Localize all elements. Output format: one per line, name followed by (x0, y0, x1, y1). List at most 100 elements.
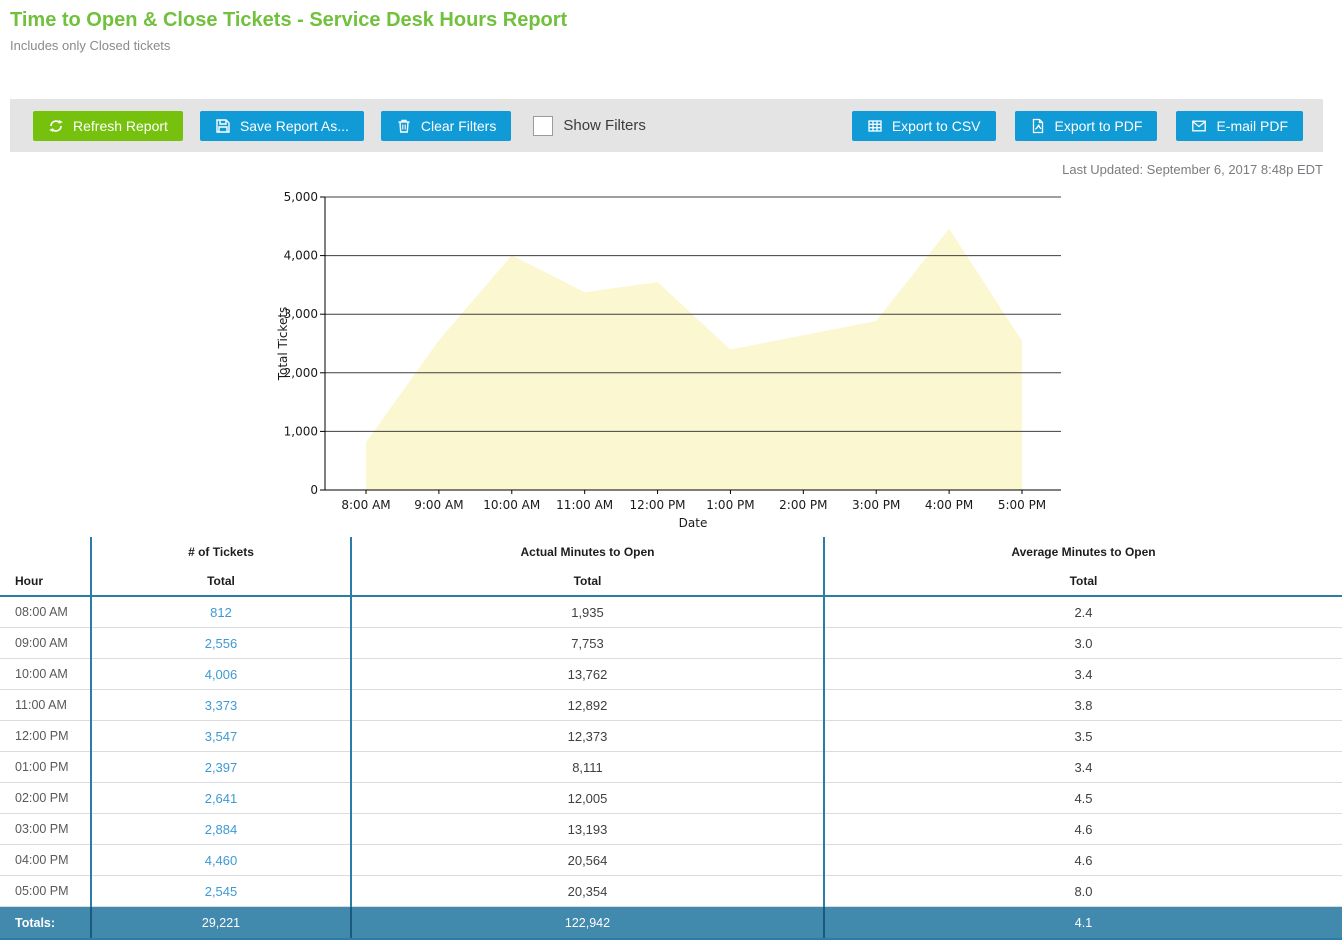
actual-minutes-cell: 12,373 (350, 720, 824, 752)
table-grid-icon (867, 118, 883, 134)
group-header-tickets: # of Tickets (90, 537, 351, 567)
x-tick-label: 8:00 AM (341, 498, 390, 512)
show-filters-checkbox[interactable] (533, 115, 554, 136)
actual-minutes-cell: 7,753 (350, 627, 824, 659)
actual-minutes-cell: 13,762 (350, 658, 824, 690)
table-row: 03:00 PM 2,884 13,193 4.6 (0, 813, 1342, 845)
y-axis-title: Total Tickets (276, 307, 290, 382)
y-tick-label: 5,000 (284, 190, 318, 204)
tickets-count-link[interactable]: 2,641 (205, 791, 238, 806)
hour-cell: 12:00 PM (0, 720, 91, 752)
table-row: 05:00 PM 2,545 20,354 8.0 (0, 875, 1342, 907)
x-tick-label: 4:00 PM (925, 498, 973, 512)
tickets-cell: 4,460 (90, 844, 351, 876)
x-tick-label: 3:00 PM (852, 498, 900, 512)
totals-actual-value: 122,942 (350, 906, 824, 940)
email-pdf-label: E-mail PDF (1216, 117, 1288, 134)
average-minutes-cell: 3.4 (823, 751, 1342, 783)
hour-cell: 03:00 PM (0, 813, 91, 845)
table-row: 02:00 PM 2,641 12,005 4.5 (0, 782, 1342, 814)
x-tick-label: 2:00 PM (779, 498, 827, 512)
hour-cell: 11:00 AM (0, 689, 91, 721)
refresh-report-button[interactable]: Refresh Report (33, 110, 183, 141)
envelope-icon (1191, 118, 1207, 134)
average-minutes-cell: 4.5 (823, 782, 1342, 814)
group-header-actual-minutes: Actual Minutes to Open (350, 537, 824, 567)
average-minutes-cell: 4.6 (823, 813, 1342, 845)
export-to-csv-label: Export to CSV (891, 117, 981, 134)
average-minutes-cell: 8.0 (823, 875, 1342, 907)
table-row: 01:00 PM 2,397 8,111 3.4 (0, 751, 1342, 783)
table-row: 11:00 AM 3,373 12,892 3.8 (0, 689, 1342, 721)
totals-row: Totals: 29,221 122,942 4.1 (0, 906, 1342, 940)
group-header-empty (0, 537, 91, 567)
table-row: 10:00 AM 4,006 13,762 3.4 (0, 658, 1342, 690)
tickets-count-link[interactable]: 2,556 (205, 636, 238, 651)
refresh-report-label: Refresh Report (73, 117, 168, 134)
area-series (366, 228, 1022, 490)
show-filters-control: Show Filters (533, 115, 646, 136)
table-body: 08:00 AM 812 1,935 2.4 09:00 AM 2,556 7,753 3.0… (0, 596, 1342, 907)
y-tick-label: 0 (310, 483, 318, 497)
refresh-icon (48, 118, 64, 134)
hours-table: # of Tickets Actual Minutes to Open Aver… (0, 537, 1342, 940)
tickets-count-link[interactable]: 3,373 (205, 698, 238, 713)
actual-minutes-cell: 20,564 (350, 844, 824, 876)
actual-minutes-cell: 20,354 (350, 875, 824, 907)
table-row: 09:00 AM 2,556 7,753 3.0 (0, 627, 1342, 659)
actual-minutes-cell: 8,111 (350, 751, 824, 783)
table-footer: Totals: 29,221 122,942 4.1 (0, 906, 1342, 940)
totals-label: Totals: (0, 906, 91, 940)
actual-minutes-cell: 1,935 (350, 596, 824, 628)
hour-cell: 01:00 PM (0, 751, 91, 783)
group-header-row: # of Tickets Actual Minutes to Open Aver… (0, 537, 1342, 567)
save-report-as-button[interactable]: Save Report As... (199, 110, 364, 141)
show-filters-label: Show Filters (563, 117, 646, 134)
column-header-hour: Hour (0, 567, 91, 597)
tickets-count-link[interactable]: 3,547 (205, 729, 238, 744)
export-to-csv-button[interactable]: Export to CSV (851, 110, 996, 141)
actual-minutes-cell: 12,892 (350, 689, 824, 721)
tickets-cell: 2,397 (90, 751, 351, 783)
tickets-count-link[interactable]: 2,397 (205, 760, 238, 775)
tickets-cell: 2,884 (90, 813, 351, 845)
clear-filters-label: Clear Filters (420, 117, 497, 134)
hour-cell: 10:00 AM (0, 658, 91, 690)
tickets-cell: 3,547 (90, 720, 351, 752)
tickets-count-link[interactable]: 812 (210, 605, 232, 620)
hour-cell: 05:00 PM (0, 875, 91, 907)
average-minutes-cell: 3.4 (823, 658, 1342, 690)
toolbar: Refresh Report Save Report As... Clear F… (10, 99, 1323, 152)
table-row: 12:00 PM 3,547 12,373 3.5 (0, 720, 1342, 752)
x-tick-label: 1:00 PM (706, 498, 754, 512)
tickets-count-link[interactable]: 2,884 (205, 822, 238, 837)
tickets-cell: 4,006 (90, 658, 351, 690)
email-pdf-button[interactable]: E-mail PDF (1176, 110, 1303, 141)
average-minutes-cell: 3.0 (823, 627, 1342, 659)
table-row: 08:00 AM 812 1,935 2.4 (0, 596, 1342, 628)
column-header-actual-total: Total (350, 567, 824, 597)
trash-icon (396, 118, 412, 134)
tickets-count-link[interactable]: 2,545 (205, 884, 238, 899)
tickets-cell: 2,545 (90, 875, 351, 907)
save-icon (215, 118, 231, 134)
table-header: # of Tickets Actual Minutes to Open Aver… (0, 537, 1342, 597)
tickets-count-link[interactable]: 4,460 (205, 853, 238, 868)
column-header-average-total: Total (823, 567, 1342, 597)
export-to-pdf-button[interactable]: Export to PDF (1014, 110, 1158, 141)
clear-filters-button[interactable]: Clear Filters (380, 110, 512, 141)
tickets-count-link[interactable]: 4,006 (205, 667, 238, 682)
hour-cell: 08:00 AM (0, 596, 91, 628)
average-minutes-cell: 2.4 (823, 596, 1342, 628)
sub-header-row: Hour Total Total Total (0, 567, 1342, 597)
last-updated: Last Updated: September 6, 2017 8:48p ED… (1062, 162, 1323, 177)
x-axis-title: Date (679, 516, 708, 530)
export-to-pdf-label: Export to PDF (1054, 117, 1143, 134)
page-header: Time to Open & Close Tickets - Service D… (10, 9, 567, 53)
table-row: 04:00 PM 4,460 20,564 4.6 (0, 844, 1342, 876)
y-tick-label: 4,000 (284, 249, 318, 263)
actual-minutes-cell: 12,005 (350, 782, 824, 814)
page-title: Time to Open & Close Tickets - Service D… (10, 9, 568, 31)
x-tick-label: 12:00 PM (630, 498, 686, 512)
x-tick-label: 11:00 AM (556, 498, 613, 512)
